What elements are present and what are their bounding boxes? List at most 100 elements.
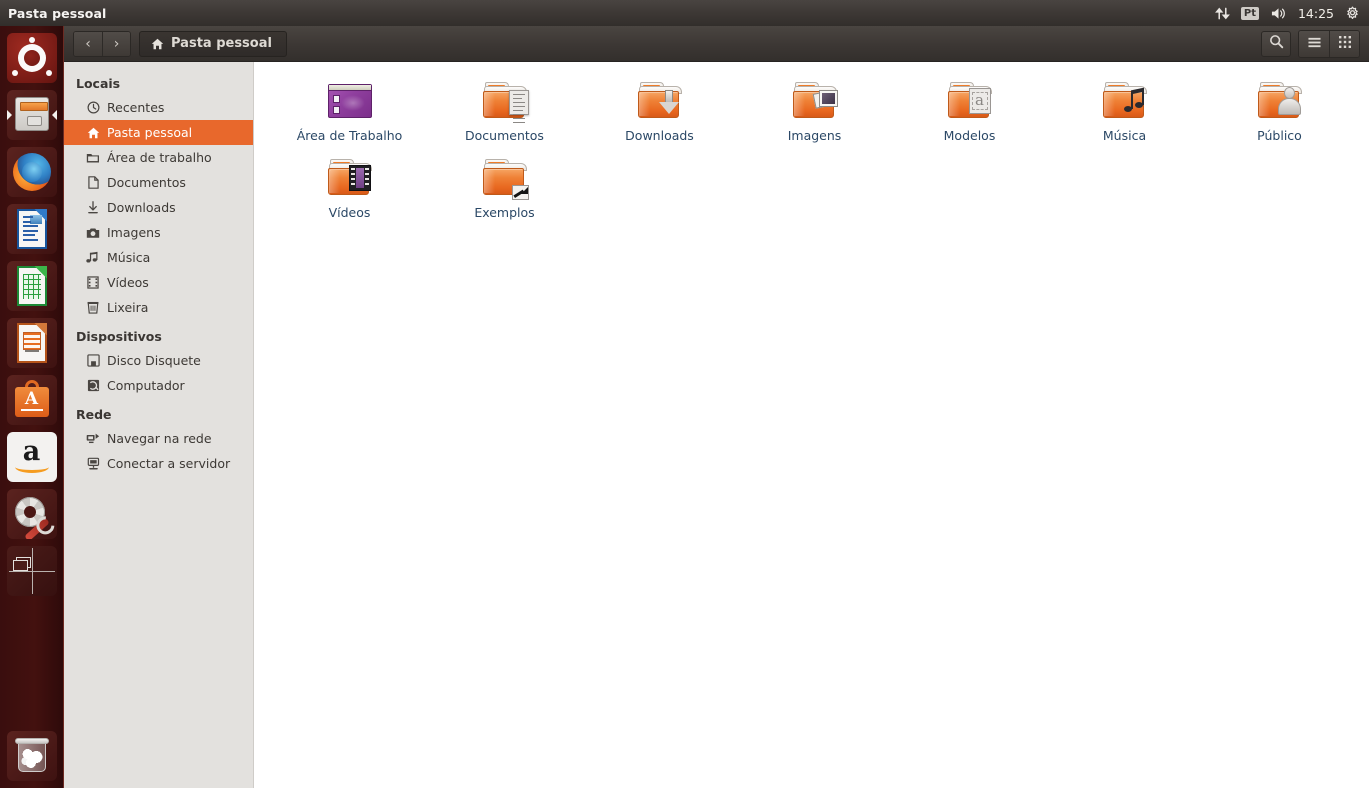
file-item-musica[interactable]: Música — [1047, 76, 1202, 149]
desktop-screen: Pasta pessoal Pt 14:25 A a ‹ › Pasta pes… — [0, 0, 1369, 788]
menu-button[interactable] — [1299, 30, 1329, 57]
sidebar-item-area-de-trabalho[interactable]: Área de trabalho — [64, 145, 253, 170]
sidebar-item-label: Downloads — [107, 200, 176, 215]
launcher-item-workspace-switcher[interactable] — [6, 546, 57, 596]
sidebar-item-lixeira[interactable]: Lixeira — [64, 295, 253, 320]
launcher-item-libreoffice-writer[interactable] — [6, 204, 57, 254]
sidebar-item-conectar-a-servidor[interactable]: Conectar a servidor — [64, 451, 253, 476]
file-item-label: Documentos — [465, 128, 544, 143]
launcher-item-trash[interactable] — [7, 731, 57, 781]
search-icon — [1269, 34, 1284, 53]
file-item-label: Vídeos — [328, 205, 371, 220]
file-item-imagens[interactable]: Imagens — [737, 76, 892, 149]
desktop-folder-icon — [86, 151, 100, 165]
keyboard-layout-label: Pt — [1240, 6, 1259, 20]
sidebar-item-recentes[interactable]: Recentes — [64, 95, 253, 120]
amazon-icon: a — [6, 432, 57, 482]
file-item-modelos[interactable]: Modelos — [892, 76, 1047, 149]
firefox-icon — [6, 147, 57, 197]
focused-indicator-right — [51, 110, 57, 120]
symlink-arrow-icon — [511, 185, 529, 200]
file-item-downloads[interactable]: Downloads — [582, 76, 737, 149]
sidebar-item-videos[interactable]: Vídeos — [64, 270, 253, 295]
network-updown-icon[interactable] — [1214, 0, 1230, 26]
sidebar-heading-locais: Locais — [76, 76, 121, 91]
sidebar-item-musica[interactable]: Música — [64, 245, 253, 270]
system-tray: Pt 14:25 — [1214, 0, 1369, 26]
file-item-label: Downloads — [625, 128, 694, 143]
toolbar-actions — [1261, 29, 1360, 58]
sidebar-item-label: Música — [107, 250, 151, 265]
back-button[interactable]: ‹ — [74, 31, 102, 56]
clock-icon — [86, 101, 100, 115]
sidebar-item-label: Documentos — [107, 175, 186, 190]
libreoffice-impress-icon — [6, 318, 57, 368]
launcher-item-libreoffice-impress[interactable] — [6, 318, 57, 368]
file-item-videos[interactable]: Vídeos — [272, 153, 427, 226]
examples-link-folder-icon — [481, 157, 529, 201]
sidebar-heading-dispositivos: Dispositivos — [76, 329, 162, 344]
sidebar-item-navegar-na-rede[interactable]: Navegar na rede — [64, 426, 253, 451]
unity-launcher: A a — [0, 26, 64, 788]
launcher-item-files[interactable] — [6, 90, 57, 140]
document-icon — [86, 176, 100, 190]
launcher-item-system-settings[interactable] — [6, 489, 57, 539]
film-icon — [86, 276, 100, 290]
home-icon — [151, 38, 164, 50]
sidebar-item-label: Navegar na rede — [107, 431, 212, 446]
floppy-icon — [86, 354, 100, 368]
downloads-folder-icon — [636, 80, 684, 124]
libreoffice-calc-icon — [6, 261, 57, 311]
keyboard-layout-indicator[interactable]: Pt — [1240, 0, 1259, 26]
forward-button[interactable]: › — [102, 31, 130, 56]
file-item-documentos[interactable]: Documentos — [427, 76, 582, 149]
file-item-label: Exemplos — [474, 205, 535, 220]
sidebar-item-label: Lixeira — [107, 300, 149, 315]
file-icon-view[interactable]: Área de Trabalho Documentos Downloads Im… — [254, 62, 1369, 788]
system-settings-icon — [6, 489, 57, 539]
ubuntu-logo-icon — [6, 33, 57, 83]
navigation-buttons: ‹ › — [73, 30, 131, 57]
launcher-item-software-center[interactable]: A — [6, 375, 57, 425]
sidebar-item-disco-disquete[interactable]: Disco Disquete — [64, 348, 253, 373]
breadcrumb[interactable]: Pasta pessoal — [139, 30, 287, 57]
file-item-label: Área de Trabalho — [296, 128, 403, 143]
sidebar-item-imagens[interactable]: Imagens — [64, 220, 253, 245]
search-button[interactable] — [1261, 30, 1291, 57]
panel-window-title: Pasta pessoal — [8, 5, 107, 21]
launcher-item-libreoffice-calc[interactable] — [6, 261, 57, 311]
desktop-folder-icon — [326, 80, 374, 124]
trash-icon — [86, 301, 100, 315]
sidebar-item-label: Imagens — [107, 225, 161, 240]
running-indicator-left — [6, 110, 12, 120]
view-options-button[interactable] — [1329, 30, 1359, 57]
hamburger-menu-icon — [1307, 34, 1322, 53]
launcher-item-amazon[interactable]: a — [6, 432, 57, 482]
camera-icon — [86, 226, 100, 240]
launcher-item-firefox[interactable] — [6, 147, 57, 197]
nautilus-toolbar: ‹ › Pasta pessoal — [64, 26, 1369, 62]
sidebar-item-documentos[interactable]: Documentos — [64, 170, 253, 195]
clock[interactable]: 14:25 — [1298, 0, 1334, 26]
computer-icon — [86, 379, 100, 393]
workspace-switcher-icon — [6, 546, 57, 596]
launcher-item-ubuntu-dash[interactable] — [6, 33, 57, 83]
public-folder-icon — [1256, 80, 1304, 124]
sidebar-item-label: Disco Disquete — [107, 353, 201, 368]
places-sidebar: Locais Recentes Pasta pessoal Área de tr… — [64, 62, 254, 788]
file-item-exemplos[interactable]: Exemplos — [427, 153, 582, 226]
volume-icon[interactable] — [1270, 0, 1287, 26]
file-item-area-de-trabalho[interactable]: Área de Trabalho — [272, 76, 427, 149]
sidebar-item-downloads[interactable]: Downloads — [64, 195, 253, 220]
sidebar-heading-rede: Rede — [76, 407, 112, 422]
sidebar-item-pasta-pessoal[interactable]: Pasta pessoal — [64, 120, 253, 145]
file-item-publico[interactable]: Público — [1202, 76, 1357, 149]
videos-folder-icon — [326, 157, 374, 201]
file-manager-icon — [6, 90, 57, 140]
sidebar-item-computador[interactable]: Computador — [64, 373, 253, 398]
gear-session-icon[interactable] — [1345, 0, 1360, 26]
templates-folder-icon — [946, 80, 994, 124]
file-item-label: Música — [1102, 128, 1147, 143]
home-icon — [86, 126, 100, 140]
sidebar-item-label: Pasta pessoal — [107, 125, 193, 140]
